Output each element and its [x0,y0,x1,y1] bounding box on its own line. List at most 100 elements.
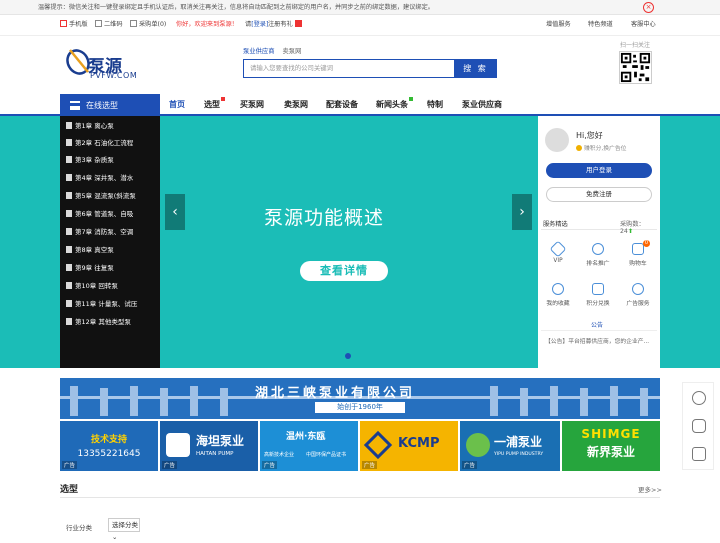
section-divider [60,497,660,498]
ad-company-since: 始创于1960年 [315,402,405,413]
welcome-text: 你好，欢迎来到泵源！ [176,21,238,28]
category-item[interactable]: 第4章 深井泵、潜水 [66,174,133,183]
service-points[interactable]: 积分兑换 [580,283,616,307]
search-tab-suppliers[interactable]: 泵业供应商 [243,48,274,55]
cart-badge: 0 [643,240,650,247]
service-cart[interactable]: 购物车 0 [620,240,656,267]
service-ranking[interactable]: 排名推广 [580,243,616,267]
notice-close-icon[interactable]: × [643,2,654,13]
search-tabs: 泵业供应商 卖泵网 [243,46,309,55]
document-icon [66,210,72,217]
document-icon [66,318,72,325]
category-item[interactable]: 第1章 离心泵 [66,122,114,131]
notice-bar: 温馨提示：微信关注和一键登录绑定且手机认证后，取消关注再关注，信息将自动匹配到之… [0,0,720,15]
haitan-logo-icon [166,433,190,457]
menu-icon [70,101,80,110]
mobile-link[interactable]: 手机版 [60,16,88,34]
service-favorites[interactable]: 我的收藏 [540,283,576,307]
exchange-icon [592,283,604,295]
free-register-button[interactable]: 免费注册 [546,187,652,202]
banner-next-button[interactable]: › [512,194,532,230]
hot-badge-icon [221,97,225,101]
ad-shimge[interactable]: SHIMGE 新界泵业 [562,421,660,471]
nav-news[interactable]: 新闻头条 [376,94,413,115]
ad-icon [632,283,644,295]
nav-sell[interactable]: 卖泵网 [284,94,308,115]
cart-link[interactable]: 采购单(0) [130,16,166,34]
logo-icon[interactable] [66,42,90,78]
more-link[interactable]: 更多>> [638,484,662,494]
divider [541,330,657,331]
search-tab-sell[interactable]: 卖泵网 [282,48,301,55]
section-title: 选型 [60,485,79,495]
nav-special[interactable]: 特制 [427,94,443,115]
banner-details-button[interactable]: 查看详情 [300,261,388,281]
ad-banner-sanxia[interactable]: 湖北三峡泵业有限公司 始创于1960年 [60,378,660,419]
document-icon [66,156,72,163]
carousel-dot[interactable] [345,353,351,359]
services-title: 服务精选 [543,221,568,228]
topbar-value-services[interactable]: 增值服务 [546,16,571,34]
ad-haitan[interactable]: 海坦泵业 HAITAN PUMP 广告 [160,421,258,471]
ad-kcmp[interactable]: KCMP 广告 [360,421,458,471]
buyers-count: 24 [620,228,628,235]
login-link[interactable]: [登录] [251,21,268,28]
wechat-icon[interactable] [692,419,706,433]
nav-suppliers[interactable]: 泵业供应商 [462,94,502,115]
ad-yipu[interactable]: 一浦泵业 YIPU PUMP INDUSTRY 广告 [460,421,560,471]
nav-equipment[interactable]: 配套设备 [326,94,358,115]
coin-icon [576,145,582,151]
avatar [545,128,569,152]
category-item[interactable]: 第9章 往复泵 [66,264,114,273]
qrcode-image [619,51,652,84]
service-ads[interactable]: 广告服务 [620,283,656,307]
qrcode-link[interactable]: 二维码 [95,16,123,34]
ad-dongou[interactable]: 温州·东瓯 高新技术企业 中国环保产品证书 广告 [260,421,358,471]
document-icon [66,264,72,271]
user-login-button[interactable]: 用户登录 [546,163,652,178]
search-button[interactable]: 搜 索 [454,59,497,78]
announcement-text[interactable]: 【公告】平台招募供应商，您的企业产... [545,336,649,345]
cart-icon [632,243,644,255]
category-item[interactable]: 第3章 杂质泵 [66,156,114,165]
phone-icon[interactable] [692,447,706,461]
document-icon [66,174,72,181]
category-select[interactable]: 选择分类 ⌄ [108,518,140,541]
search-input[interactable]: 请输入您要查找的公司关键词 [243,59,455,78]
nav-buy[interactable]: 买泵网 [240,94,264,115]
logo-sub: PVFW.COM [90,71,138,80]
category-item[interactable]: 第8章 真空泵 [66,246,114,255]
kcmp-logo-icon [363,430,393,460]
banner-prev-button[interactable]: ‹ [165,194,185,230]
headset-icon[interactable] [692,391,706,405]
document-icon [66,300,72,307]
nav-category-button[interactable]: 在线选型 [60,94,160,117]
arrow-up-icon: ⬆ [627,228,634,235]
points-hint[interactable]: 赚积分,换广告位 [576,143,626,152]
category-item[interactable]: 第5章 混流泵(斜流泵 [66,192,136,201]
topbar-support[interactable]: 客服中心 [631,16,656,34]
topbar-channels[interactable]: 特色频道 [588,16,613,34]
cart-icon [130,20,137,27]
heart-icon [552,283,564,295]
nav-selection[interactable]: 选型 [204,94,225,115]
category-item[interactable]: 第2章 石油化工流程 [66,139,133,148]
nav-home[interactable]: 首页 [169,94,185,115]
notice-tab[interactable]: 公告 [591,320,603,329]
category-item[interactable]: 第7章 消防泵、空调 [66,228,133,237]
floating-toolbar [682,382,714,470]
vip-icon [549,240,567,258]
category-item[interactable]: 第12章 其他类型泵 [66,318,131,327]
register-link[interactable]: 注册有礼 [268,16,302,34]
category-item[interactable]: 第10章 回转泵 [66,282,118,291]
ad-tech-support[interactable]: 技术支持 13355221645 广告 [60,421,158,471]
top-bar: 手机版 二维码 采购单(0) 你好，欢迎来到泵源！ 请[登录] 注册有礼 增值服… [0,16,720,36]
banner-title: 泵源功能概述 [264,207,385,229]
category-item[interactable]: 第6章 管道泵、自吸 [66,210,133,219]
document-icon [66,246,72,253]
notice-text: 温馨提示：微信关注和一键登录绑定且手机认证后，取消关注再关注，信息将自动匹配到之… [38,4,434,11]
category-item[interactable]: 第11章 计量泵、试压 [66,300,137,309]
service-vip[interactable]: VIP [540,240,576,264]
category-menu: 第1章 离心泵 第2章 石油化工流程 第3章 杂质泵 第4章 深井泵、潜水 第5… [60,116,160,368]
filter-label: 行业分类 [66,524,92,532]
